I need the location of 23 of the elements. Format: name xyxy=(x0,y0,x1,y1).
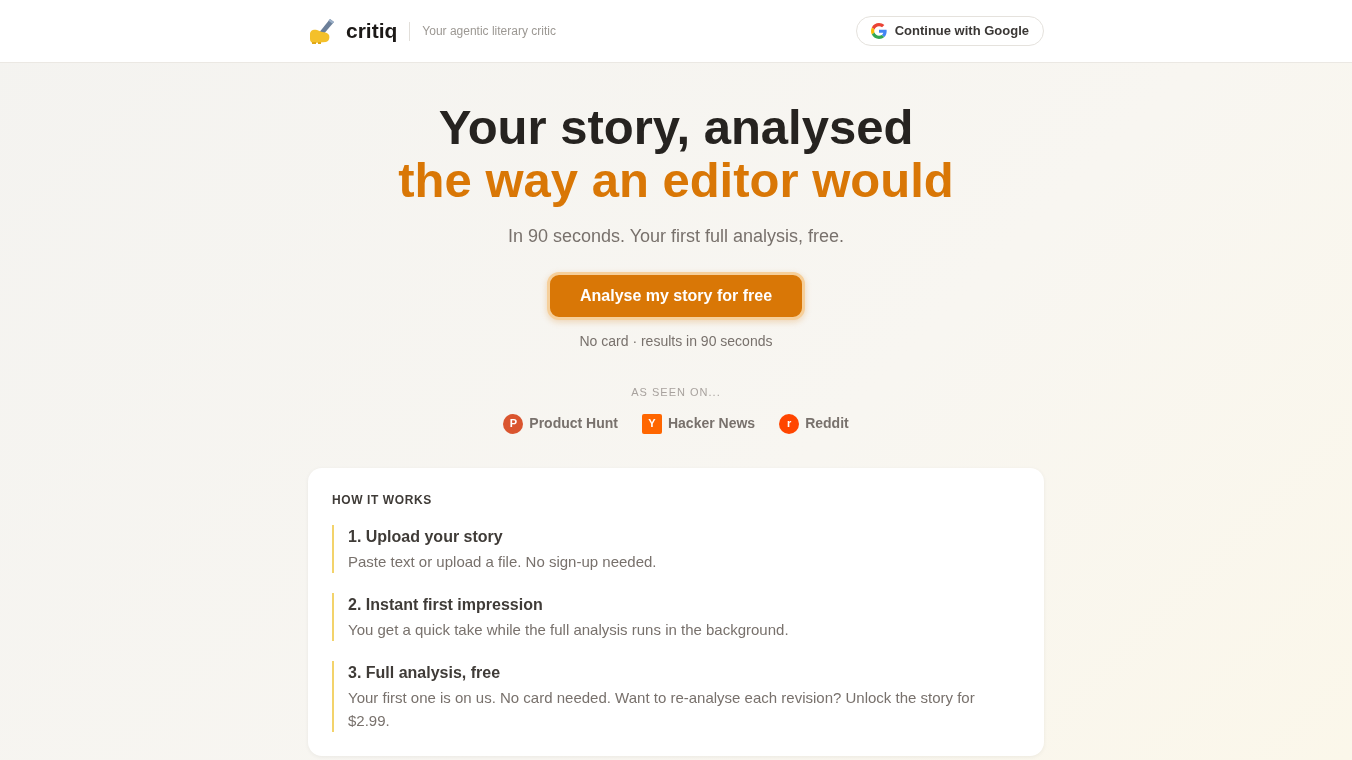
step-description: You get a quick take while the full analysis runs in the background. xyxy=(348,620,790,640)
step-description: Your first one is on us. No card needed. Want to re-analyse each revision? Unlock the story for $2.99. xyxy=(348,688,976,731)
hero-subtitle: In 90 seconds. Your first full analysis, free. xyxy=(507,225,845,247)
step-description: Paste text or upload a file. No sign-up needed. xyxy=(348,552,658,572)
site-name[interactable]: Product Hunt xyxy=(529,413,618,434)
brand-name[interactable]: critiq xyxy=(346,15,398,47)
google-sign-in-button[interactable]: Continue with Google xyxy=(855,16,1044,46)
section-heading: HOW IT WORKS xyxy=(332,492,433,508)
site-logo-icon: r xyxy=(779,413,800,434)
cta-note: No card · results in 90 seconds xyxy=(579,332,773,350)
hero-title-accent: the way an editor would xyxy=(398,154,954,207)
step-title: 3. Full analysis, free xyxy=(348,663,502,683)
step-title: 2. Instant first impression xyxy=(348,595,544,615)
site-name[interactable]: Reddit xyxy=(805,413,849,434)
site-name[interactable]: Hacker News xyxy=(667,413,756,434)
analyse-story-button[interactable]: Analyse my story for free xyxy=(547,272,805,320)
google-g-icon xyxy=(870,23,887,39)
site-logo-icon: P xyxy=(503,413,524,434)
seen-on-label: AS SEEN ON... xyxy=(631,385,721,399)
site-logo-icon: Y xyxy=(641,413,662,434)
hero-title: Your story, analysed xyxy=(438,101,914,154)
brand-tagline: Your agentic literary critic xyxy=(422,23,556,40)
step-title: 1. Upload your story xyxy=(348,527,504,547)
